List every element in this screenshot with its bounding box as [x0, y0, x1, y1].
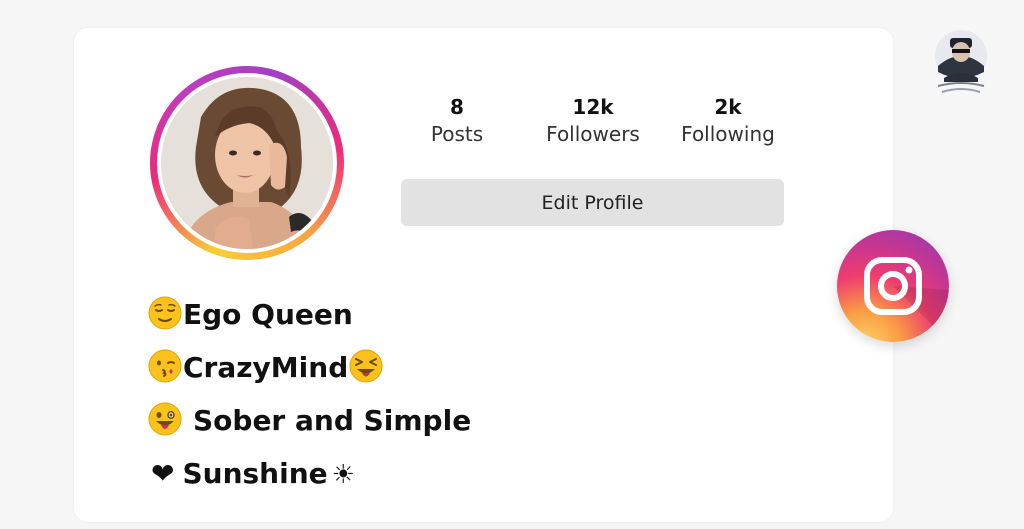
- bio-line-2-text: CrazyMind: [183, 351, 349, 384]
- kissing-face-icon: [147, 348, 183, 384]
- followers-label: Followers: [546, 122, 640, 146]
- followers-stat[interactable]: 12k Followers: [538, 94, 648, 148]
- bio-line-1-text: Ego Queen: [183, 298, 353, 331]
- bio: Ego Queen CrazyMind Sober and Simple ❤ S…: [147, 292, 471, 504]
- following-stat[interactable]: 2k Following: [673, 94, 783, 148]
- instagram-logo-icon: [837, 230, 949, 342]
- page: 8 Posts 12k Followers 2k Following Edit …: [0, 0, 1024, 529]
- bio-line-1: Ego Queen: [147, 292, 471, 345]
- bio-line-4: ❤ Sunshine ☀: [147, 451, 471, 504]
- avatar-ring[interactable]: [150, 66, 344, 260]
- posts-count: 8: [450, 95, 464, 119]
- bio-line-3: Sober and Simple: [147, 398, 471, 451]
- following-label: Following: [681, 122, 775, 146]
- avatar: [161, 77, 333, 249]
- followers-count: 12k: [572, 95, 614, 119]
- following-count: 2k: [714, 95, 742, 119]
- squinting-tongue-face-icon: [348, 348, 384, 384]
- bio-line-2: CrazyMind: [147, 345, 471, 398]
- sun-icon: ☀: [331, 460, 355, 490]
- posts-stat[interactable]: 8 Posts: [422, 94, 492, 148]
- attitude-point-logo-icon: [930, 28, 992, 98]
- edit-profile-button[interactable]: Edit Profile: [401, 179, 784, 226]
- posts-label: Posts: [430, 122, 484, 146]
- winking-tongue-face-icon: [147, 401, 183, 437]
- avatar-frame: [157, 73, 337, 253]
- profile-stats: 8 Posts 12k Followers 2k Following: [400, 94, 784, 164]
- avatar-photo-illustration: [161, 77, 333, 249]
- bio-line-4-text: Sunshine: [182, 457, 328, 490]
- relieved-face-icon: [147, 295, 183, 331]
- bio-line-3-text: Sober and Simple: [193, 404, 472, 437]
- heart-icon: ❤: [151, 457, 175, 490]
